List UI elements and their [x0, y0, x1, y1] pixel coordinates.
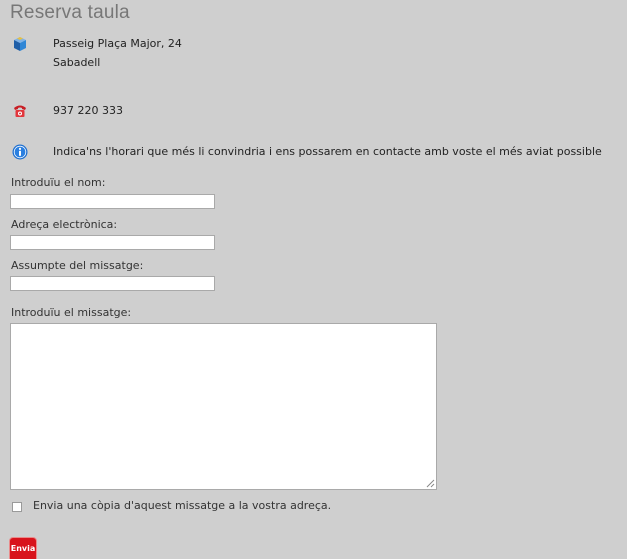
- info-icon: [9, 142, 31, 162]
- copy-checkbox[interactable]: [12, 502, 22, 512]
- email-label: Adreça electrònica:: [11, 218, 118, 231]
- subject-input[interactable]: [10, 276, 215, 291]
- submit-button[interactable]: Envia: [10, 538, 36, 559]
- telephone-icon: [9, 101, 31, 121]
- phone-number: 937 220 333: [53, 104, 123, 117]
- info-row: Indica'ns l'horari que més li convindria…: [9, 142, 602, 162]
- page-title: Reserva taula: [10, 2, 130, 23]
- address-line2: Sabadell: [53, 56, 101, 69]
- info-text: Indica'ns l'horari que més li convindria…: [53, 145, 602, 158]
- phone-row: 937 220 333: [9, 101, 123, 121]
- copy-checkbox-label[interactable]: Envia una còpia d'aquest missatge a la v…: [33, 499, 331, 512]
- subject-label: Assumpte del missatge:: [11, 259, 144, 272]
- address-row: Passeig Plaça Major, 24 Sabadell: [9, 34, 182, 73]
- location-cube-icon: [9, 34, 31, 54]
- email-input[interactable]: [10, 235, 215, 250]
- message-textarea[interactable]: [10, 323, 437, 490]
- resize-grip-icon[interactable]: [426, 479, 435, 488]
- message-label: Introduïu el missatge:: [11, 306, 132, 319]
- name-input[interactable]: [10, 194, 215, 209]
- name-label: Introduïu el nom:: [11, 176, 106, 189]
- address-line1: Passeig Plaça Major, 24: [53, 37, 182, 50]
